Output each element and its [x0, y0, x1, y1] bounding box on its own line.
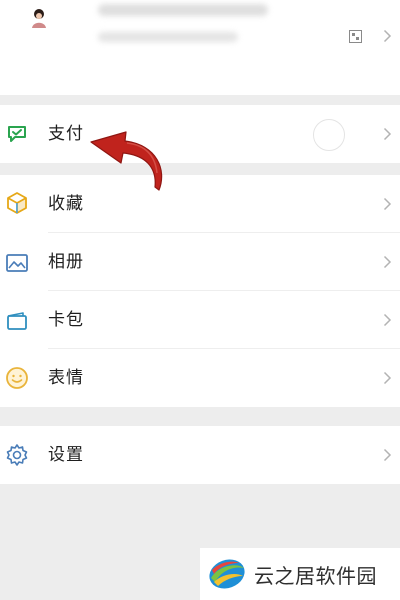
chevron-right-icon: [383, 197, 392, 211]
menu-item-album[interactable]: 相册: [0, 233, 400, 291]
album-picture-icon: [6, 254, 28, 272]
card-wallet-icon: [7, 312, 27, 330]
profile-header[interactable]: [0, 0, 400, 95]
menu-item-label: 收藏: [48, 194, 84, 214]
chevron-right-icon: [383, 448, 392, 462]
menu-item-favorites[interactable]: 收藏: [0, 175, 400, 233]
gear-icon: [6, 444, 28, 466]
menu-item-label: 卡包: [48, 310, 84, 330]
menu-item-cards[interactable]: 卡包: [0, 291, 400, 349]
site-logo-icon: [209, 559, 245, 589]
chevron-right-icon: [383, 29, 392, 43]
menu-item-pay[interactable]: 支付: [0, 105, 400, 163]
watermark-text: 云之居软件园: [254, 564, 377, 588]
chevron-right-icon: [383, 313, 392, 327]
chevron-right-icon: [383, 127, 392, 141]
section-settings: 设置: [0, 426, 400, 484]
section-pay: 支付: [0, 105, 400, 163]
chevron-right-icon: [383, 255, 392, 269]
qr-code-icon[interactable]: [349, 30, 362, 43]
pay-icon: [8, 126, 26, 142]
chevron-right-icon: [383, 371, 392, 385]
wechat-id-obscured: [98, 32, 238, 42]
avatar: [32, 9, 46, 28]
favorites-cube-icon: [7, 192, 27, 214]
menu-item-label: 相册: [48, 252, 84, 272]
menu-item-stickers[interactable]: 表情: [0, 349, 400, 407]
menu-item-label: 表情: [48, 368, 84, 388]
menu-item-settings[interactable]: 设置: [0, 426, 400, 484]
menu-item-label: 支付: [48, 124, 84, 144]
annotation-arrow-icon: [90, 131, 163, 191]
section-tools: 收藏 相册 卡包 表情: [0, 175, 400, 407]
pay-status-circle: [313, 119, 345, 151]
watermark: 云之居软件园: [200, 548, 400, 600]
menu-item-label: 设置: [48, 445, 84, 465]
smiley-face-icon: [6, 367, 28, 389]
profile-name-obscured: [98, 4, 268, 16]
